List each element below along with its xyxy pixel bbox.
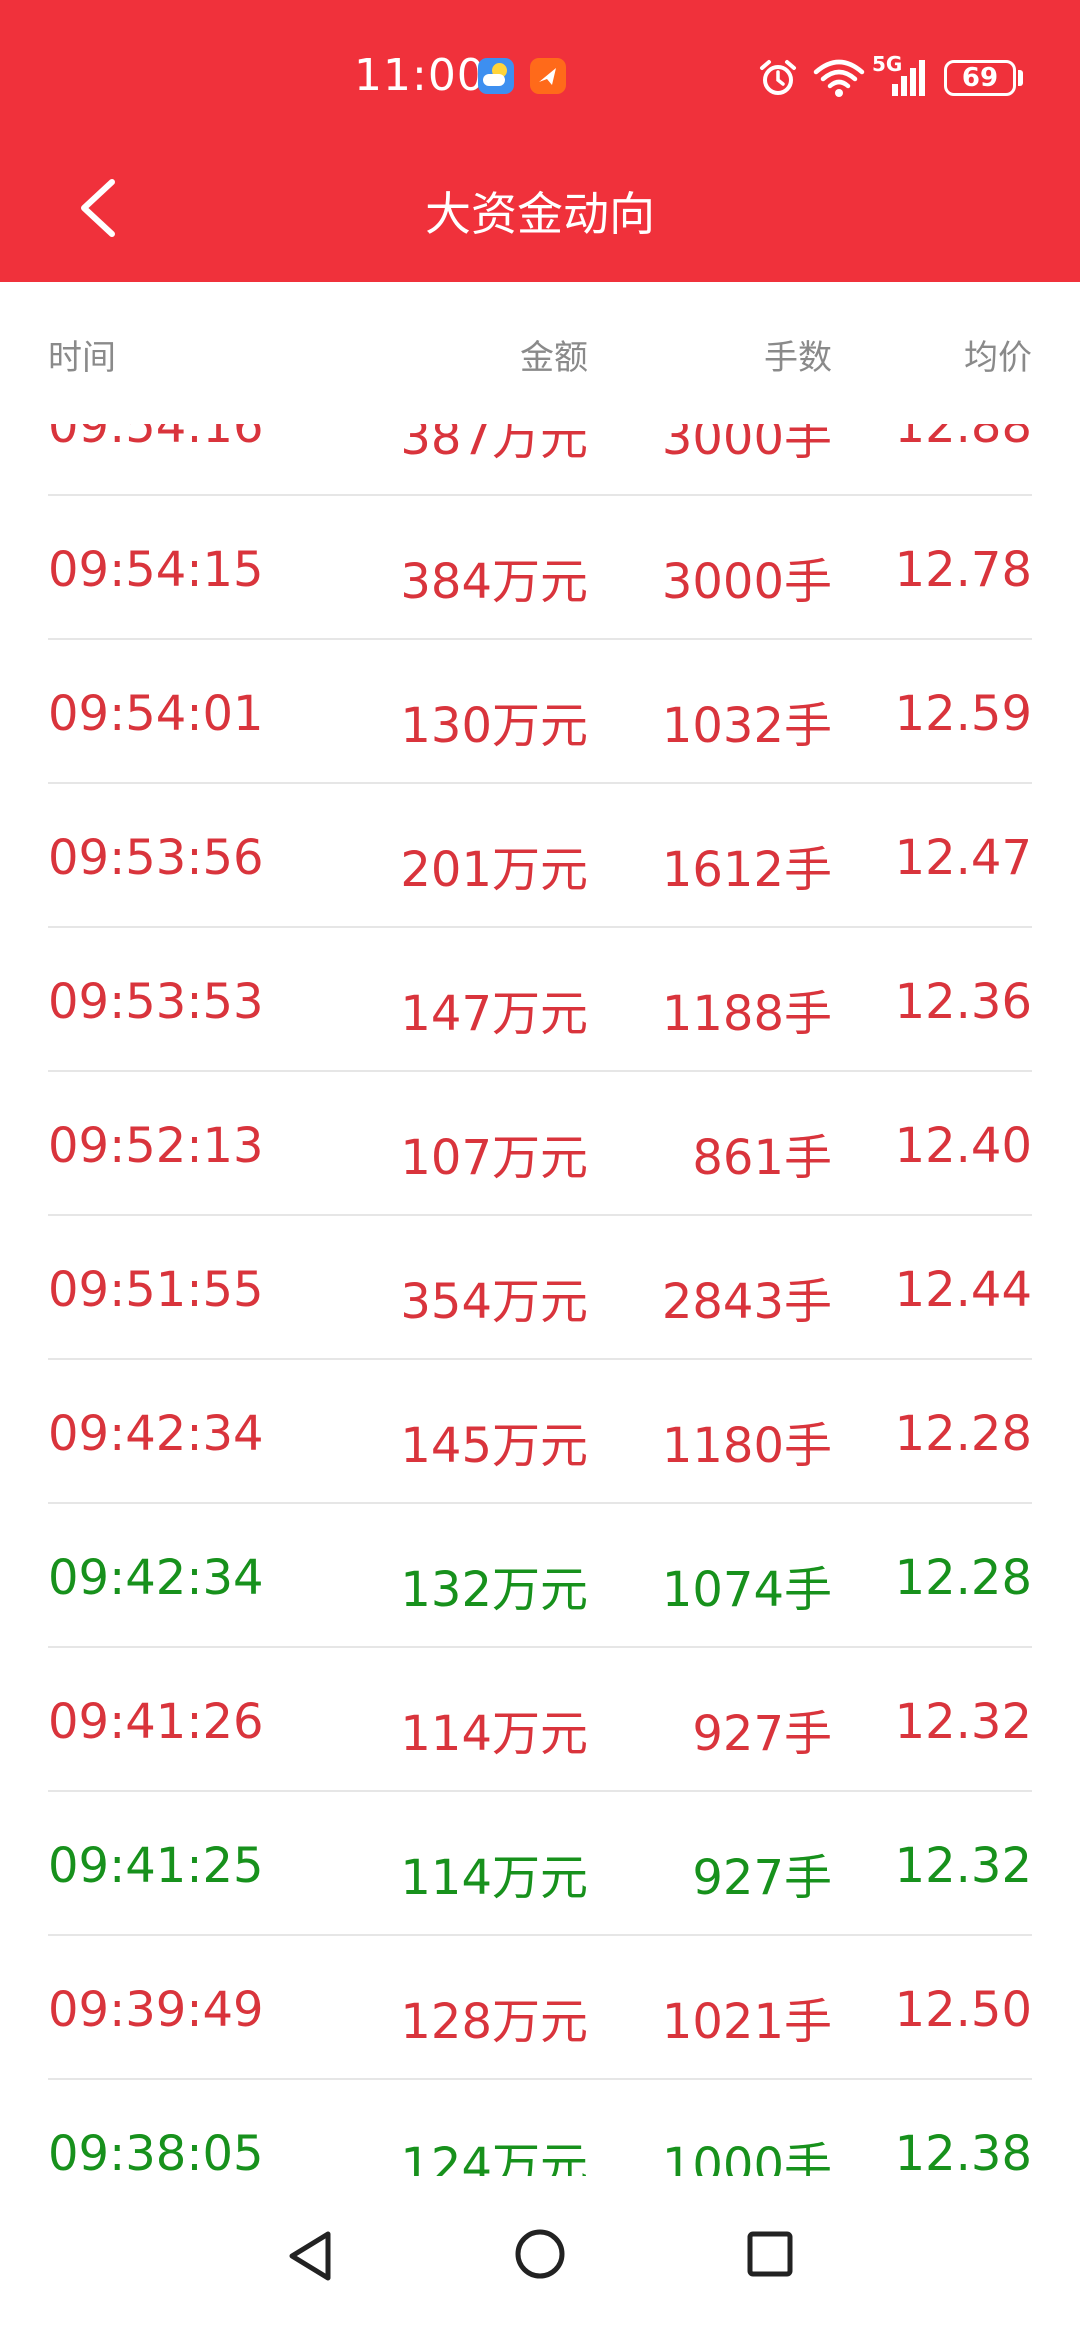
system-navigation-bar [0, 2176, 1080, 2340]
cell-amount: 128万元 [400, 1994, 588, 2050]
cell-amount: 114万元 [400, 1706, 588, 1762]
cell-price: 12.32 [894, 1694, 1032, 1750]
cell-amount: 130万元 [400, 698, 588, 754]
triangle-back-icon[interactable] [284, 2226, 336, 2286]
column-headers: 时间 金额 手数 均价 [48, 330, 1032, 390]
cell-price: 12.44 [894, 1262, 1032, 1318]
app-header: 11:00 5G 69 大资金动向 [0, 0, 1080, 282]
cell-price: 12.36 [894, 974, 1032, 1030]
cell-lots: 1000手 [661, 2138, 832, 2176]
cell-price: 12.32 [894, 1838, 1032, 1894]
cell-amount: 387万元 [400, 424, 588, 466]
cell-amount: 145万元 [400, 1418, 588, 1474]
cell-lots: 1180手 [661, 1418, 832, 1474]
trade-list: 09:54:16 387万元 3000手 12.88 09:54:15 384万元 3000… [48, 424, 1032, 2176]
cell-price: 12.28 [894, 1550, 1032, 1606]
cell-amount: 107万元 [400, 1130, 588, 1186]
table-row: 09:42:34 132万元 1074手 12.28 [48, 1504, 1032, 1648]
weather-icon [478, 58, 514, 94]
cell-time: 09:42:34 [48, 1550, 264, 1606]
cell-amount: 114万元 [400, 1850, 588, 1906]
cell-lots: 927手 [692, 1850, 832, 1906]
column-header-price: 均价 [964, 338, 1032, 378]
cell-time: 09:54:01 [48, 686, 264, 742]
cell-amount: 132万元 [400, 1562, 588, 1618]
square-recents-icon[interactable] [746, 2230, 794, 2278]
column-header-amount: 金额 [520, 338, 588, 378]
column-header-time: 时间 [48, 338, 116, 378]
table-row: 09:54:15 384万元 3000手 12.78 [48, 496, 1032, 640]
wifi-icon [813, 59, 865, 97]
status-time: 11:00 [354, 50, 486, 101]
cell-lots: 927手 [692, 1706, 832, 1762]
table-row: 09:42:34 145万元 1180手 12.28 [48, 1360, 1032, 1504]
cell-price: 12.50 [894, 1982, 1032, 2038]
table-row: 09:39:49 128万元 1021手 12.50 [48, 1936, 1032, 2080]
table-row: 09:41:26 114万元 927手 12.32 [48, 1648, 1032, 1792]
cellular-signal-icon [892, 60, 925, 96]
notification-app-icon [530, 58, 566, 94]
cell-lots: 861手 [692, 1130, 832, 1186]
cell-lots: 1612手 [661, 842, 832, 898]
cell-time: 09:53:53 [48, 974, 264, 1030]
table-row: 09:54:01 130万元 1032手 12.59 [48, 640, 1032, 784]
table-row: 09:38:05 124万元 1000手 12.38 [48, 2080, 1032, 2176]
cell-price: 12.38 [894, 2126, 1032, 2176]
cell-time: 09:52:13 [48, 1118, 264, 1174]
cell-lots: 1188手 [661, 986, 832, 1042]
cell-amount: 384万元 [400, 554, 588, 610]
cell-price: 12.78 [894, 542, 1032, 598]
table-row: 09:51:55 354万元 2843手 12.44 [48, 1216, 1032, 1360]
table-row: 09:52:13 107万元 861手 12.40 [48, 1072, 1032, 1216]
cell-lots: 1032手 [661, 698, 832, 754]
circle-home-icon[interactable] [514, 2228, 566, 2280]
cell-lots: 3000手 [661, 424, 832, 466]
cell-lots: 2843手 [661, 1274, 832, 1330]
status-bar: 11:00 5G 69 [0, 40, 1080, 120]
cell-amount: 354万元 [400, 1274, 588, 1330]
trade-list-viewport[interactable]: 09:54:16 387万元 3000手 12.88 09:54:15 384万元 3000… [0, 424, 1080, 2176]
cell-time: 09:54:16 [48, 424, 264, 454]
cell-lots: 1021手 [661, 1994, 832, 2050]
cell-lots: 1074手 [661, 1562, 832, 1618]
cell-lots: 3000手 [661, 554, 832, 610]
cell-amount: 201万元 [400, 842, 588, 898]
cell-time: 09:39:49 [48, 1982, 264, 2038]
cell-time: 09:54:15 [48, 542, 264, 598]
cell-price: 12.47 [894, 830, 1032, 886]
column-header-lots: 手数 [764, 338, 832, 378]
cell-price: 12.40 [894, 1118, 1032, 1174]
cell-amount: 147万元 [400, 986, 588, 1042]
table-row: 09:41:25 114万元 927手 12.32 [48, 1792, 1032, 1936]
cell-time: 09:53:56 [48, 830, 264, 886]
cell-price: 12.59 [894, 686, 1032, 742]
battery-indicator: 69 [944, 60, 1016, 96]
table-row: 09:54:16 387万元 3000手 12.88 [48, 424, 1032, 496]
cell-price: 12.28 [894, 1406, 1032, 1462]
alarm-icon [760, 60, 796, 95]
cell-time: 09:42:34 [48, 1406, 264, 1462]
battery-tip [1018, 70, 1023, 86]
cell-time: 09:41:26 [48, 1694, 264, 1750]
page-title: 大资金动向 [425, 187, 655, 241]
table-row: 09:53:56 201万元 1612手 12.47 [48, 784, 1032, 928]
cell-amount: 124万元 [400, 2138, 588, 2176]
cell-time: 09:51:55 [48, 1262, 264, 1318]
cell-time: 09:41:25 [48, 1838, 264, 1894]
table-row: 09:53:53 147万元 1188手 12.36 [48, 928, 1032, 1072]
cell-time: 09:38:05 [48, 2126, 264, 2176]
title-bar: 大资金动向 [0, 150, 1080, 270]
cell-price: 12.88 [894, 424, 1032, 454]
